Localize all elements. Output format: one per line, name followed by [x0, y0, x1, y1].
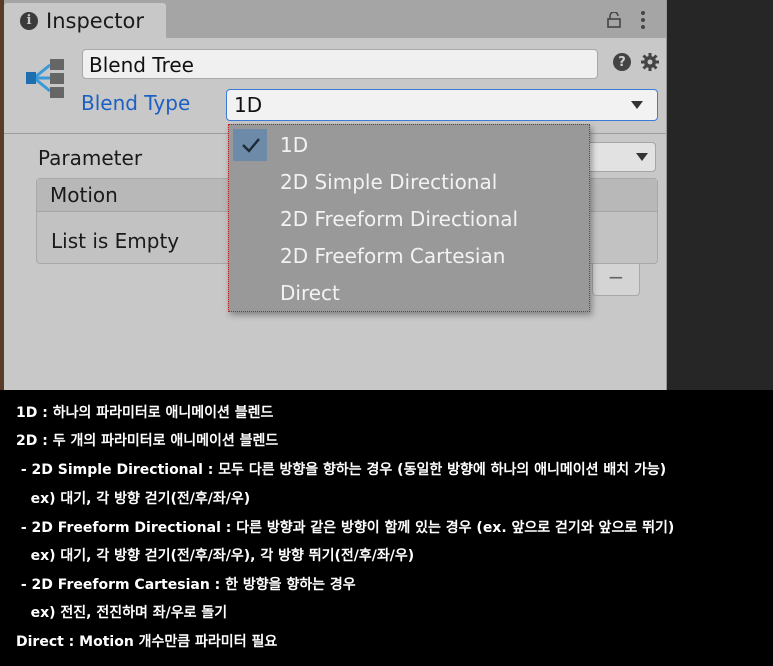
dropdown-option-label: Direct — [280, 281, 340, 305]
note-line: ex) 전진, 전진하며 좌/우로 돌기 — [16, 605, 228, 621]
name-field[interactable]: Blend Tree — [82, 49, 598, 79]
blend-tree-icon — [26, 59, 64, 98]
blend-type-value: 1D — [234, 93, 263, 117]
dropdown-option-direct[interactable]: Direct — [233, 277, 585, 309]
dropdown-option-label: 1D — [280, 133, 309, 157]
blend-type-dropdown: 1D 2D Simple Directional 2D Freeform Dir… — [228, 124, 590, 312]
tab-inspector[interactable]: i Inspector — [4, 3, 166, 38]
note-line: - 2D Freeform Cartesian : 한 방향을 향하는 경우 — [16, 577, 356, 593]
menu-icon[interactable] — [640, 10, 646, 30]
note-line: ex) 대기, 각 방향 걷기(전/후/좌/우) — [16, 491, 251, 507]
blend-type-select[interactable]: 1D — [226, 89, 658, 121]
parameter-select[interactable] — [584, 142, 656, 172]
selected-marker — [233, 129, 267, 161]
explanation-notes: 1D : 하나의 파라미터로 애니메이션 블렌드 2D : 두 개의 파라미터로… — [0, 390, 773, 666]
note-line: - 2D Simple Directional : 모두 다른 방향을 향하는 … — [16, 462, 667, 478]
note-line: - 2D Freeform Directional : 다른 방향과 같은 방향… — [16, 520, 675, 536]
lock-icon[interactable] — [606, 12, 622, 28]
dropdown-option-2d-freeform-cartesian[interactable]: 2D Freeform Cartesian — [233, 240, 585, 272]
note-line: 2D : 두 개의 파라미터로 애니메이션 블렌드 — [16, 433, 279, 449]
tab-title: Inspector — [46, 8, 144, 33]
dropdown-option-label: 2D Freeform Directional — [280, 207, 519, 231]
help-icon[interactable]: ? — [613, 53, 631, 71]
blend-type-label: Blend Type — [81, 91, 191, 115]
dropdown-option-label: 2D Freeform Cartesian — [280, 244, 506, 268]
dropdown-option-label: 2D Simple Directional — [280, 170, 498, 194]
gear-icon[interactable] — [640, 52, 660, 72]
dropdown-option-2d-simple-directional[interactable]: 2D Simple Directional — [233, 166, 585, 198]
note-line: ex) 대기, 각 방향 걷기(전/후/좌/우), 각 방향 뛰기(전/후/좌/… — [16, 548, 415, 564]
chevron-down-icon — [636, 153, 648, 161]
dropdown-option-2d-freeform-directional[interactable]: 2D Freeform Directional — [233, 203, 585, 235]
dropdown-option-1d[interactable]: 1D — [233, 129, 585, 161]
motion-header-label: Motion — [50, 183, 118, 207]
remove-motion-button[interactable]: − — [592, 264, 640, 296]
tab-bar: i Inspector — [4, 0, 666, 38]
check-icon — [242, 138, 260, 153]
parameter-label: Parameter — [38, 146, 143, 170]
note-line: Direct : Motion 개수만큼 파라미터 필요 — [16, 634, 278, 650]
note-line: 1D : 하나의 파라미터로 애니메이션 블렌드 — [16, 405, 274, 421]
info-icon: i — [20, 11, 38, 30]
chevron-down-icon — [631, 101, 643, 109]
list-empty-text: List is Empty — [51, 229, 180, 253]
